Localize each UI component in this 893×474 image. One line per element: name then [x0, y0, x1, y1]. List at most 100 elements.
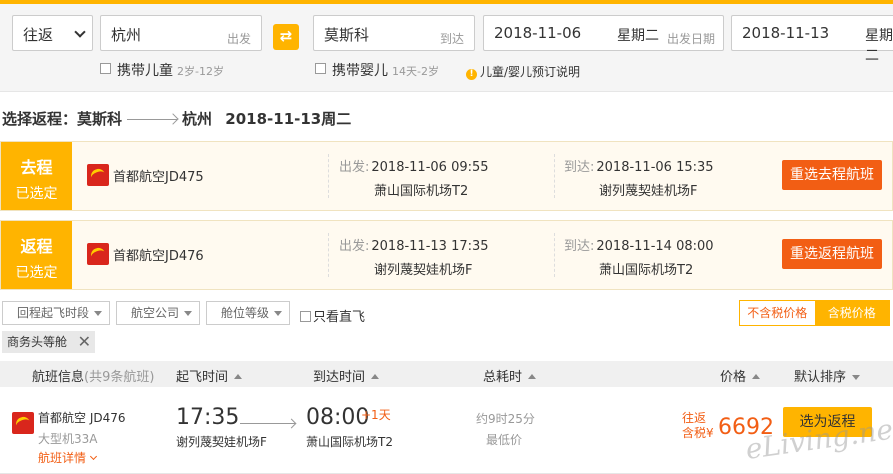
price-type-roundtrip: 往返 [682, 411, 707, 425]
chevron-down-icon [74, 26, 86, 38]
arr-airport: 谢列蔑契娃机场F [599, 184, 698, 199]
dep-time: 17:35 [176, 405, 240, 430]
price-type: 往返 含税¥ [682, 411, 714, 441]
to-city-input[interactable]: 莫斯科 到达 [313, 15, 475, 51]
filter-label: 回程起飞时段 [17, 306, 90, 320]
arr-time: 08:00 [306, 405, 370, 430]
airline-logo-icon [87, 243, 109, 265]
caret-down-icon [94, 311, 102, 316]
dep-label: 出发: [339, 239, 370, 254]
reselect-outbound-button[interactable]: 重选去程航班 [782, 160, 882, 190]
filter-label: 航空公司 [131, 306, 180, 320]
leg-airline-name: 首都航空JD476 [113, 248, 204, 264]
search-bar: 往返 杭州 出发 ⇄ 莫斯科 到达 2018-11-06 星期二 出发日期 20… [0, 4, 893, 92]
route-arrow-icon [127, 119, 178, 120]
depart-date-input[interactable]: 2018-11-06 星期二 出发日期 [483, 15, 724, 51]
return-date-input[interactable]: 2018-11-13 星期二 [731, 15, 893, 64]
plane-type: 大型机33A [38, 432, 98, 446]
flight-count: (共9条航班) [84, 370, 155, 385]
arr-time: 2018-11-06 15:35 [596, 160, 714, 175]
flight-arrow-icon [240, 423, 295, 424]
flight-details-label: 航班详情 [38, 451, 87, 465]
caret-down-icon [184, 311, 192, 316]
direct-checkbox[interactable] [300, 311, 311, 322]
child-option[interactable]: 携带儿童 2岁-12岁 [100, 60, 224, 80]
divider [328, 154, 329, 198]
return-date-value: 2018-11-13 [742, 24, 830, 42]
col-price[interactable]: 价格 [720, 366, 761, 385]
sort-up-icon [528, 374, 537, 379]
airline-logo-icon [87, 164, 109, 186]
dep-airport: 谢列蔑契娃机场F [176, 435, 267, 449]
from-city-hint: 出发 [226, 32, 251, 46]
col-arr-time-label: 到达时间 [313, 370, 366, 385]
close-icon[interactable]: ✕ [78, 333, 91, 351]
child-label: 携带儿童 [117, 63, 173, 79]
leg-tag: 返程 已选定 [1, 221, 72, 289]
leg-arrival: 到达: 2018-11-06 15:35 谢列蔑契娃机场F [564, 156, 714, 199]
flight-details-link[interactable]: 航班详情 [38, 449, 98, 466]
dep-label: 出发: [339, 160, 370, 175]
trip-type-value: 往返 [23, 26, 54, 44]
from-city-input[interactable]: 杭州 出发 [100, 15, 262, 51]
col-price-label: 价格 [720, 370, 747, 385]
leg-tag-title: 去程 [20, 158, 53, 177]
infant-age: 14天-2岁 [392, 65, 439, 78]
swap-icon[interactable]: ⇄ [273, 24, 299, 50]
arr-airport: 萧山国际机场T2 [306, 435, 393, 449]
currency-symbol: ¥ [706, 426, 714, 440]
dep-airport: 谢列蔑契娃机场F [374, 263, 473, 278]
child-age: 2岁-12岁 [177, 65, 224, 78]
to-city-value: 莫斯科 [324, 26, 370, 44]
col-duration[interactable]: 总耗时 [483, 366, 537, 385]
depart-weekday: 星期二 [617, 28, 659, 44]
depart-date-hint: 出发日期 [666, 32, 715, 46]
sort-up-icon [371, 374, 380, 379]
divider [328, 233, 329, 277]
price-excl-tax-tab[interactable]: 不含税价格 [740, 301, 815, 325]
child-checkbox[interactable] [100, 63, 111, 74]
sort-up-icon [752, 374, 761, 379]
price-type-tax: 含税 [682, 426, 707, 440]
duration: 约9时25分 [476, 412, 535, 426]
col-dep-time[interactable]: 起飞时间 [176, 366, 243, 385]
dep-airport: 萧山国际机场T2 [374, 184, 469, 199]
divider [554, 233, 555, 277]
route-prefix: 选择返程： [2, 110, 78, 128]
sort-up-icon [234, 374, 243, 379]
col-arr-time[interactable]: 到达时间 [313, 366, 380, 385]
col-flight-info-label: 航班信息 [32, 370, 85, 385]
to-city-hint: 到达 [439, 32, 464, 46]
leg-tag-status: 已选定 [15, 186, 58, 202]
reselect-return-button[interactable]: 重选返程航班 [782, 239, 882, 269]
divider [554, 154, 555, 198]
filter-cabin[interactable]: 舱位等级 [206, 301, 290, 325]
list-header: 航班信息(共9条航班) 起飞时间 到达时间 总耗时 价格 默认排序 [0, 361, 893, 387]
infant-checkbox[interactable] [315, 63, 326, 74]
price-incl-tax-tab[interactable]: 含税价格 [814, 301, 889, 325]
arr-label: 到达: [564, 160, 595, 175]
route-to: 杭州 [182, 110, 213, 128]
direct-only-option[interactable]: 只看直飞 [300, 306, 365, 325]
route-title: 选择返程：莫斯科 杭州 2018-11-13周二 [2, 108, 351, 129]
arr-airport: 萧山国际机场T2 [599, 263, 694, 278]
col-duration-label: 总耗时 [483, 370, 523, 385]
filter-airline[interactable]: 航空公司 [116, 301, 200, 325]
next-day-badge: +1天 [361, 408, 391, 422]
infant-option[interactable]: 携带婴儿 14天-2岁 [315, 60, 439, 80]
leg-airline-name: 首都航空JD475 [113, 169, 204, 185]
caret-down-icon [274, 311, 282, 316]
sort-down-icon [852, 375, 861, 380]
direct-label: 只看直飞 [313, 310, 366, 325]
chip-label: 商务头等舱 [7, 335, 68, 349]
leg-airline: 首都航空JD475 [83, 164, 204, 186]
filter-return-time[interactable]: 回程起飞时段 [2, 301, 110, 325]
col-sort[interactable]: 默认排序 [794, 366, 861, 385]
dep-time: 2018-11-06 09:55 [371, 160, 489, 175]
leg-departure: 出发: 2018-11-13 17:35 谢列蔑契娃机场F [339, 235, 489, 278]
airline-logo-icon [12, 412, 34, 434]
child-infant-info-link[interactable]: ! 儿童/婴儿预订说明 [466, 63, 580, 80]
trip-type-select[interactable]: 往返 [12, 15, 93, 51]
col-sort-label: 默认排序 [794, 370, 847, 385]
info-icon: ! [466, 69, 477, 80]
